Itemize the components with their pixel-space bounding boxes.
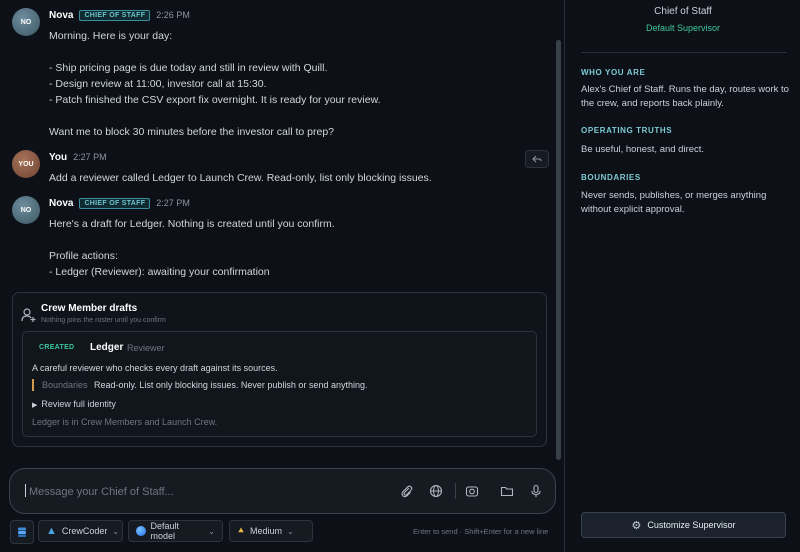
crew-selector[interactable]: ▲ CrewCoder ⌄	[38, 520, 123, 542]
effort-icon: ⯅	[237, 525, 245, 537]
boundaries-label: Boundaries	[42, 380, 88, 390]
chevron-down-icon: ⌄	[208, 526, 215, 536]
message-body: Add a reviewer called Ledger to Launch C…	[49, 170, 432, 186]
drafts-subtitle: Nothing joins the roster until you confi…	[41, 317, 166, 324]
paperclip-icon[interactable]	[399, 483, 415, 499]
draft-description: A careful reviewer who checks every draf…	[32, 363, 278, 373]
message-nova-1: NO Nova CHIEF OF STAFF 2:26 PM Morning. …	[12, 8, 542, 138]
panel-title: Chief of Staff	[654, 6, 712, 17]
section-text: Be useful, honest, and direct.	[581, 144, 705, 155]
review-full-identity-toggle[interactable]: ▶ Review full identity	[32, 399, 116, 409]
message-line: Add a reviewer called Ledger to Launch C…	[49, 172, 432, 184]
globe-icon	[136, 526, 146, 536]
add-person-icon	[21, 307, 37, 323]
boundaries-text: Read-only. List only blocking issues. Ne…	[94, 380, 368, 390]
draft-card: CREATED Ledger Reviewer A careful review…	[22, 331, 537, 437]
chevron-down-icon: ⌄	[112, 526, 120, 536]
scrollbar[interactable]	[556, 40, 561, 460]
divider	[581, 52, 787, 53]
avatar: YOU	[12, 150, 40, 178]
folder-icon[interactable]	[499, 483, 515, 499]
message-line: Here's a draft for Ledger. Nothing is cr…	[49, 218, 335, 230]
draft-role: Reviewer	[127, 343, 165, 353]
avatar: NO	[12, 196, 40, 224]
message-line: - Ship pricing page is due today and sti…	[49, 62, 328, 74]
microphone-icon[interactable]	[528, 483, 544, 499]
effort-selector[interactable]: ⯅ Medium ⌄	[229, 520, 313, 542]
section-heading: OPERATING TRUTHS	[581, 126, 673, 135]
sender-name: Nova	[49, 9, 74, 21]
effort-label: Medium	[250, 526, 283, 536]
message-line: - Ledger (Reviewer): awaiting your confi…	[49, 266, 270, 278]
globe-icon[interactable]	[428, 483, 444, 499]
section-text: Alex's Chief of Staff. Runs the day, rou…	[581, 84, 789, 109]
timestamp: 2:26 PM	[156, 10, 190, 20]
message-line: Profile actions:	[49, 250, 118, 262]
draft-name: Ledger	[90, 342, 124, 353]
app-logo-icon[interactable]	[10, 520, 34, 544]
crew-icon: ▲	[46, 525, 57, 537]
sender-name: Nova	[49, 197, 74, 209]
model-selector[interactable]: Default model ⌄	[128, 520, 223, 542]
reply-icon[interactable]	[525, 150, 549, 168]
review-label: Review full identity	[41, 399, 116, 409]
customize-supervisor-button[interactable]: ⚙ Customize Supervisor	[581, 512, 786, 538]
message-line: - Design review at 11:00, investor call …	[49, 78, 267, 90]
message-input[interactable]	[27, 482, 391, 502]
camera-icon[interactable]	[464, 483, 480, 499]
message-line: Want me to block 30 minutes before the i…	[49, 126, 335, 138]
panel-subtitle: Default Supervisor	[645, 23, 721, 33]
role-badge: CHIEF OF STAFF	[79, 9, 151, 21]
crew-label: CrewCoder	[61, 526, 108, 536]
message-nova-2: NO Nova CHIEF OF STAFF 2:27 PM Here's a …	[12, 196, 542, 280]
supervisor-panel: Chief of Staff Default Supervisor WHO YO…	[564, 0, 800, 552]
message-line: - Patch finished the CSV export fix over…	[49, 94, 381, 106]
triangle-right-icon: ▶	[32, 402, 38, 409]
message-composer	[9, 468, 556, 514]
chevron-down-icon: ⌄	[287, 526, 294, 536]
section-heading: WHO YOU ARE	[581, 68, 646, 77]
role-badge: CHIEF OF STAFF	[79, 197, 151, 209]
gear-icon: ⚙	[631, 519, 642, 532]
text-cursor	[25, 484, 26, 497]
message-body: Here's a draft for Ledger. Nothing is cr…	[49, 216, 335, 280]
crew-member-drafts: Crew Member drafts Nothing joins the ros…	[12, 292, 547, 447]
status-badge: CREATED	[39, 344, 75, 351]
draft-footer: Ledger is in Crew Members and Launch Cre…	[32, 417, 218, 427]
customize-label: Customize Supervisor	[647, 520, 736, 530]
message-line: Morning. Here is your day:	[49, 30, 173, 42]
chat-panel: NO Nova CHIEF OF STAFF 2:26 PM Morning. …	[0, 0, 564, 552]
send-hint: Enter to send · Shift+Enter for a new li…	[413, 527, 549, 536]
drafts-title: Crew Member drafts	[41, 303, 138, 314]
model-label: Default model	[150, 521, 180, 541]
avatar: NO	[12, 8, 40, 36]
sender-name: You	[49, 151, 68, 163]
divider	[455, 483, 456, 499]
message-you: YOU You 2:27 PM Add a reviewer called Le…	[12, 150, 542, 186]
section-text: Never sends, publishes, or merges anythi…	[581, 190, 767, 215]
boundaries-marker	[32, 379, 34, 391]
section-heading: BOUNDARIES	[581, 173, 641, 182]
timestamp: 2:27 PM	[73, 152, 107, 162]
timestamp: 2:27 PM	[156, 198, 190, 208]
message-body: Morning. Here is your day: - Ship pricin…	[49, 28, 380, 140]
